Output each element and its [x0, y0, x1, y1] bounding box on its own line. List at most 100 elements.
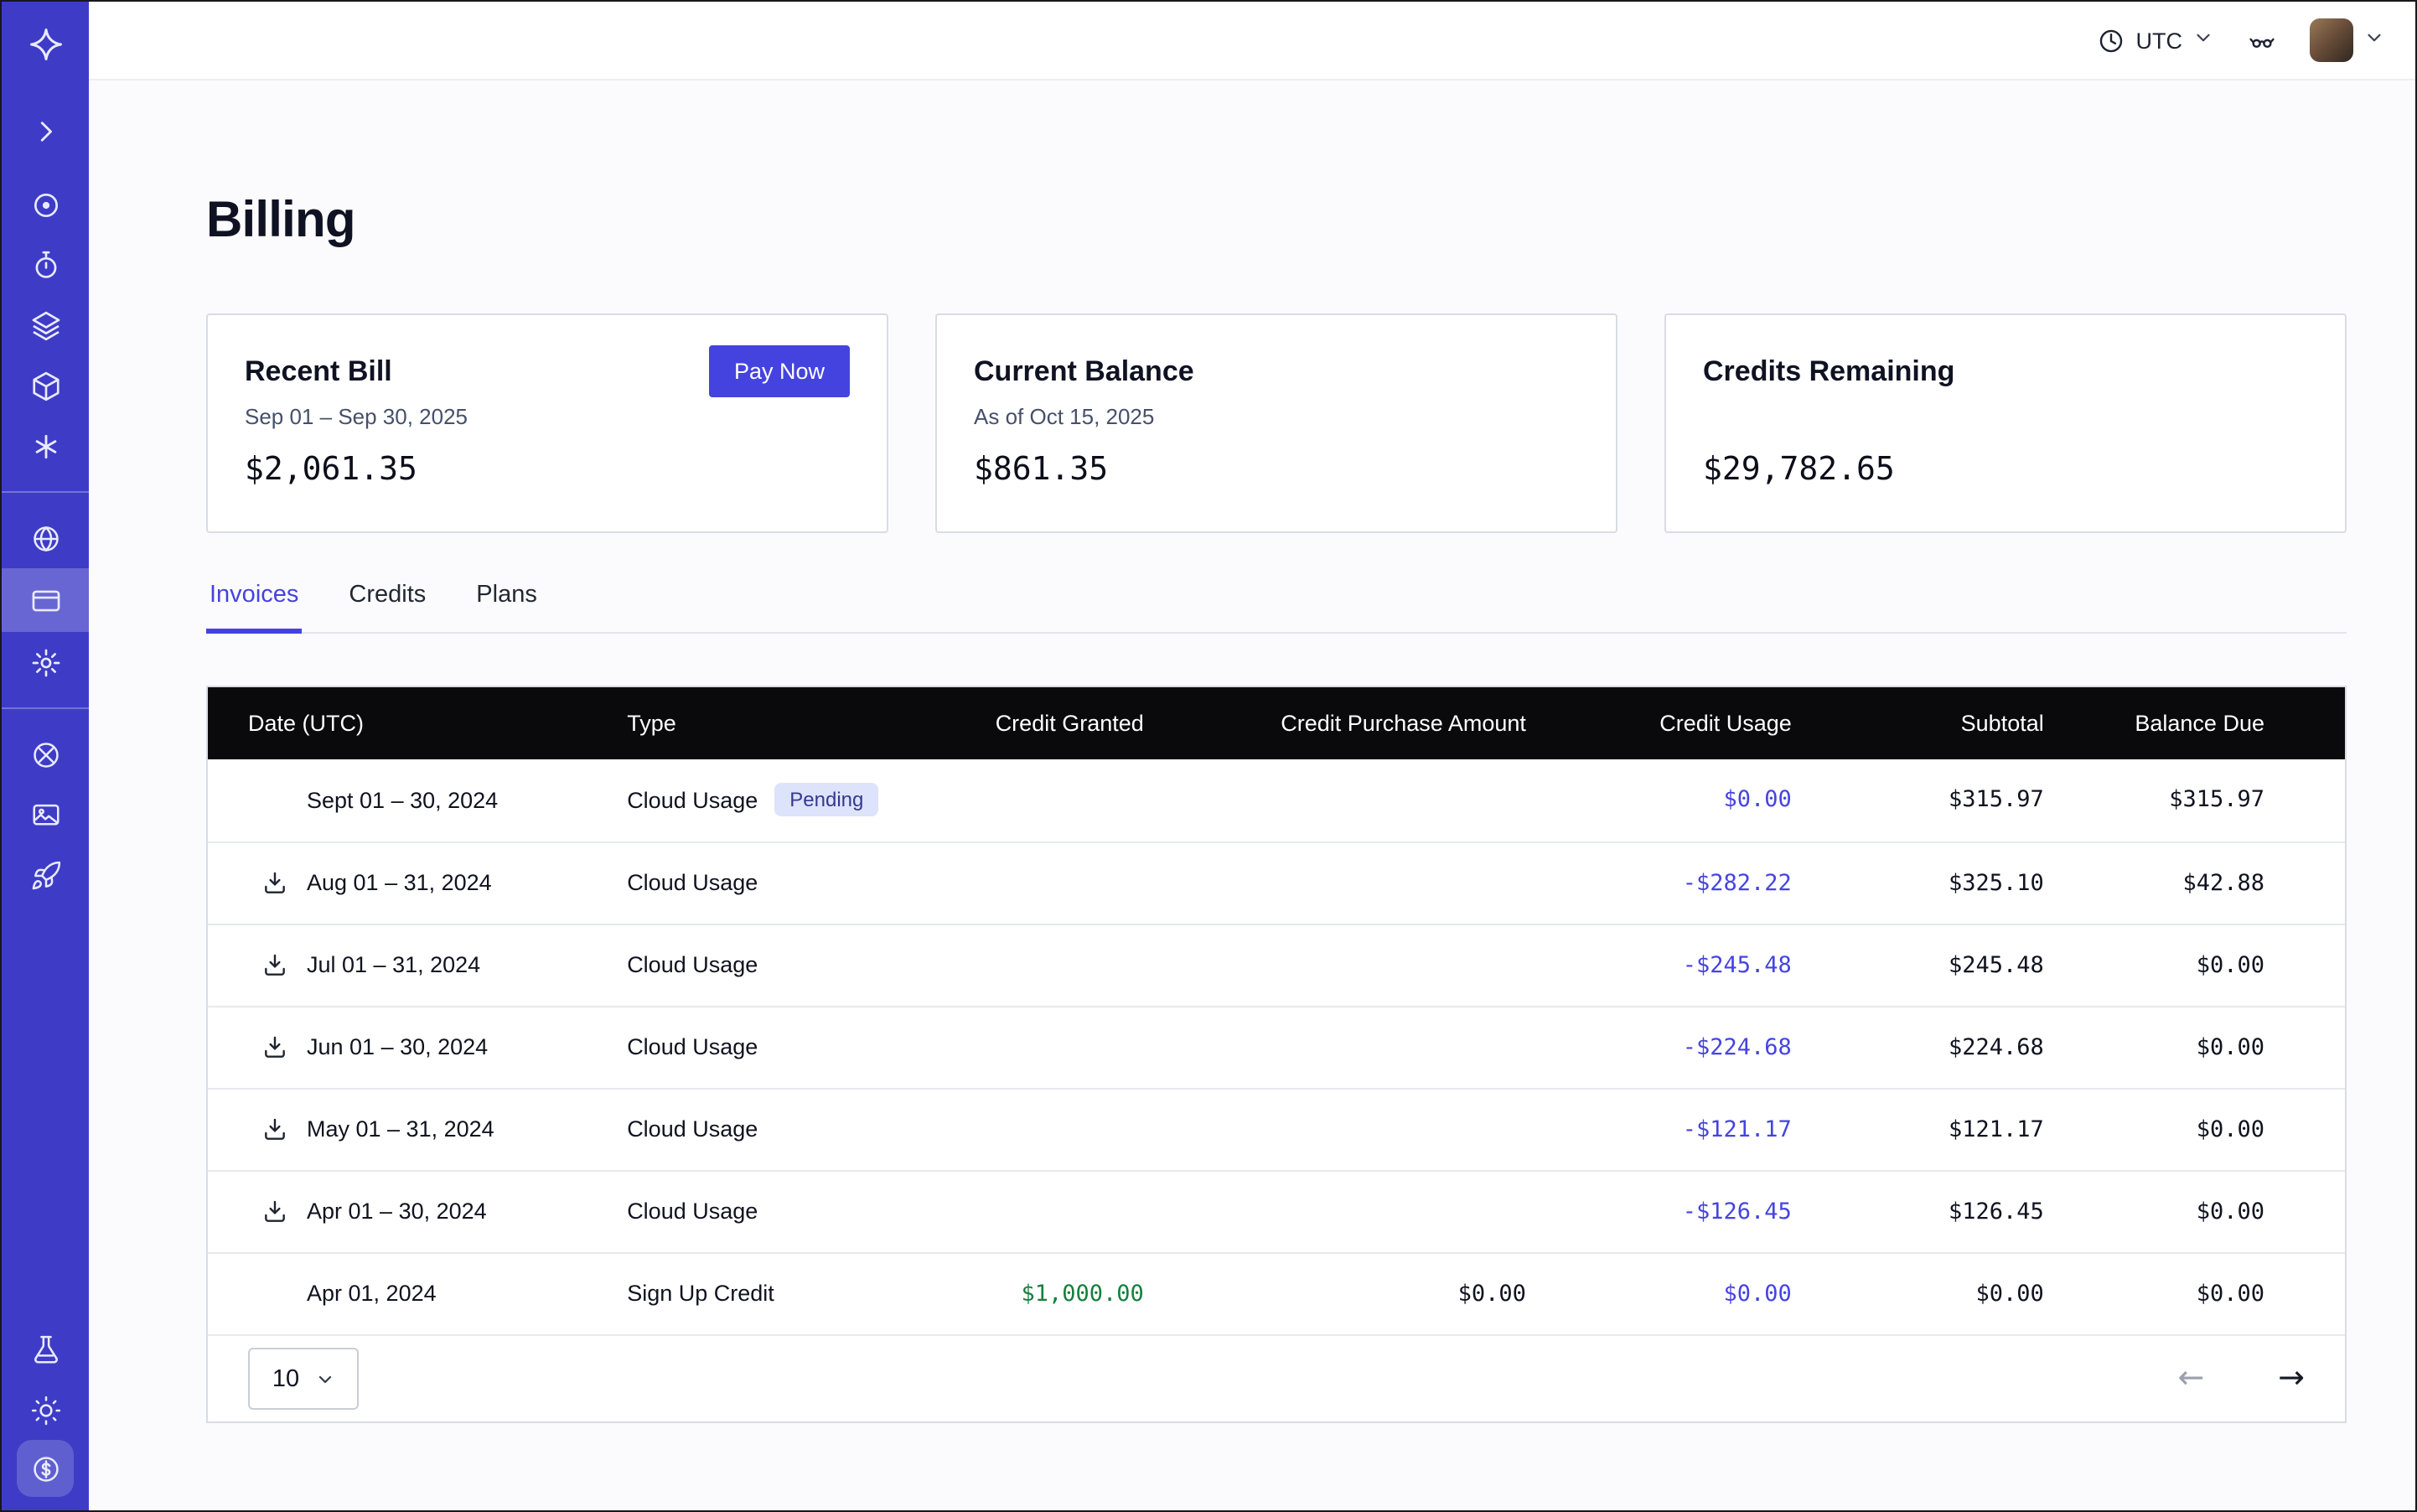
- logo-icon[interactable]: [13, 13, 77, 74]
- current-balance-card: Current Balance As of Oct 15, 2025 $861.…: [935, 313, 1617, 533]
- balance-due-value: $0.00: [2044, 1170, 2345, 1252]
- avatar: [2310, 18, 2353, 62]
- sidebar-item-launch[interactable]: [13, 845, 77, 905]
- next-page-button[interactable]: →: [2278, 1363, 2305, 1395]
- balance-due-value: $0.00: [2044, 1006, 2345, 1088]
- download-icon: [261, 1116, 288, 1142]
- prev-page-button[interactable]: ←: [2177, 1363, 2204, 1395]
- view-mode-button[interactable]: [2248, 26, 2276, 54]
- credit-usage-value: -$121.17: [1526, 1088, 1792, 1170]
- invoice-date: May 01 – 31, 2024: [307, 1116, 494, 1142]
- download-icon: [261, 1033, 288, 1060]
- download-invoice-button[interactable]: [258, 1112, 292, 1146]
- credit-usage-value: $0.00: [1526, 759, 1792, 841]
- tab-plans[interactable]: Plans: [473, 563, 541, 634]
- page-size-select[interactable]: 10: [248, 1348, 359, 1410]
- current-balance-amount: $861.35: [974, 451, 1579, 488]
- sidebar-item-target[interactable]: [13, 174, 77, 235]
- chevron-right-icon: [29, 115, 61, 147]
- timezone-selector[interactable]: UTC: [2098, 26, 2215, 54]
- credits-quick-button[interactable]: [17, 1440, 74, 1497]
- theme-toggle-button[interactable]: [13, 1380, 77, 1440]
- status-badge: Pending: [774, 784, 878, 817]
- invoice-type: Cloud Usage: [627, 1199, 758, 1224]
- sidebar-item-support[interactable]: [13, 724, 77, 784]
- download-invoice-button[interactable]: [258, 948, 292, 981]
- flask-icon: [29, 1333, 61, 1365]
- table-row: May 01 – 31, 2024 Cloud Usage -$121.17 $…: [208, 1088, 2345, 1170]
- invoice-date: Jul 01 – 31, 2024: [307, 952, 480, 977]
- rocket-icon: [29, 859, 61, 891]
- invoice-date: Jun 01 – 30, 2024: [307, 1034, 488, 1059]
- card-subtitle: Sep 01 – Sep 30, 2025: [245, 404, 850, 431]
- download-invoice-button[interactable]: [258, 866, 292, 899]
- recent-bill-amount: $2,061.35: [245, 451, 850, 488]
- pagination: ← →: [2177, 1363, 2305, 1395]
- tab-credits[interactable]: Credits: [345, 563, 429, 634]
- credit-purchase-value: $0.00: [1144, 1252, 1526, 1334]
- layers-icon: [29, 309, 61, 341]
- credit-purchase-value: [1144, 1088, 1526, 1170]
- balance-due-value: $0.00: [2044, 924, 2345, 1006]
- subtotal-value: $245.48: [1792, 924, 2044, 1006]
- sidebar-item-billing[interactable]: [2, 568, 89, 632]
- card-subtitle: As of Oct 15, 2025: [974, 404, 1579, 431]
- credit-usage-value: -$224.68: [1526, 1006, 1792, 1088]
- pay-now-button[interactable]: Pay Now: [709, 345, 850, 397]
- gear-icon: [29, 646, 61, 678]
- download-invoice-button[interactable]: [258, 1194, 292, 1228]
- clock-icon: [2098, 26, 2126, 54]
- credit-purchase-value: [1144, 841, 1526, 924]
- app-window: UTC Billing Recent Bill Pay Now: [0, 0, 2417, 1512]
- sidebar-expand-button[interactable]: [13, 101, 77, 161]
- credit-granted-value: [928, 841, 1143, 924]
- lifebuoy-icon: [29, 738, 61, 770]
- summary-cards: Recent Bill Pay Now Sep 01 – Sep 30, 202…: [206, 313, 2347, 533]
- card-title: Current Balance: [974, 355, 1194, 388]
- invoice-date: Apr 01, 2024: [307, 1282, 437, 1307]
- col-credit-purchase-amount: Credit Purchase Amount: [1144, 687, 1526, 759]
- sidebar-item-network[interactable]: [13, 508, 77, 568]
- sidebar-item-labs[interactable]: [13, 1319, 77, 1380]
- download-icon: [261, 1198, 288, 1225]
- invoices-table-card: Date (UTC) Type Credit Granted Credit Pu…: [206, 686, 2347, 1423]
- credit-granted-value: [928, 759, 1143, 841]
- credit-granted-value: [928, 924, 1143, 1006]
- table-row: Aug 01 – 31, 2024 Cloud Usage -$282.22 $…: [208, 841, 2345, 924]
- timer-icon: [29, 249, 61, 281]
- download-invoice-button[interactable]: [258, 1030, 292, 1064]
- credit-granted-value: [928, 1170, 1143, 1252]
- card-title: Credits Remaining: [1703, 355, 1954, 388]
- timezone-label: UTC: [2136, 28, 2183, 53]
- balance-due-value: $0.00: [2044, 1088, 2345, 1170]
- billing-tabs: Invoices Credits Plans: [206, 563, 2347, 634]
- image-icon: [29, 799, 61, 831]
- sidebar-item-compute[interactable]: [13, 355, 77, 416]
- table-footer: 10 ← →: [208, 1334, 2345, 1421]
- sidebar-item-services[interactable]: [13, 416, 77, 476]
- dollar-circle-icon: [29, 1452, 61, 1484]
- sidebar-divider: [2, 491, 89, 493]
- target-icon: [29, 189, 61, 220]
- table-row: Apr 01, 2024 Sign Up Credit $1,000.00 $0…: [208, 1252, 2345, 1334]
- sidebar-item-gallery[interactable]: [13, 784, 77, 845]
- invoices-table: Date (UTC) Type Credit Granted Credit Pu…: [208, 687, 2345, 1334]
- sidebar-divider: [2, 707, 89, 709]
- asterisk-icon: [29, 430, 61, 462]
- sidebar-item-layers[interactable]: [13, 295, 77, 355]
- sidebar-item-timer[interactable]: [13, 235, 77, 295]
- subtotal-value: $121.17: [1792, 1088, 2044, 1170]
- page-title: Billing: [206, 193, 2347, 250]
- account-menu[interactable]: [2310, 18, 2385, 62]
- page-size-value: 10: [272, 1365, 299, 1392]
- sidebar: [2, 2, 89, 1510]
- recent-bill-card: Recent Bill Pay Now Sep 01 – Sep 30, 202…: [206, 313, 888, 533]
- credits-remaining-amount: $29,782.65: [1703, 451, 2308, 488]
- table-row: Apr 01 – 30, 2024 Cloud Usage -$126.45 $…: [208, 1170, 2345, 1252]
- sidebar-item-settings[interactable]: [13, 632, 77, 692]
- tab-invoices[interactable]: Invoices: [206, 563, 302, 634]
- credit-purchase-value: [1144, 1170, 1526, 1252]
- credit-granted-value: $1,000.00: [928, 1252, 1143, 1334]
- download-icon: [261, 951, 288, 978]
- chevron-down-icon: [2192, 27, 2214, 54]
